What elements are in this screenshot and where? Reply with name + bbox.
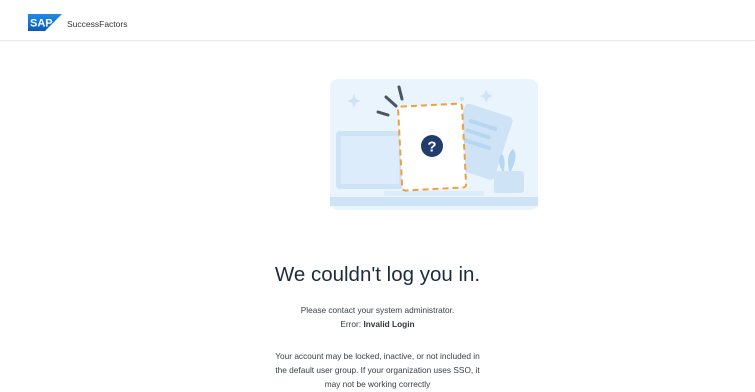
question-mark-icon: ? [421,135,443,157]
top-bar: SAP SuccessFactors [0,0,755,41]
error-line: Error: Invalid Login [0,319,755,330]
description-line-3: may not be working correctly [324,379,431,389]
sap-logo[interactable]: SAP [28,14,62,31]
error-label: Error: [340,319,364,329]
svg-text:?: ? [427,139,436,156]
contact-admin-text: Please contact your system administrator… [300,305,455,315]
page-title: We couldn't log you in. [274,263,481,286]
description-line-1: Your account may be locked, inactive, or… [275,351,480,361]
brand-name: SuccessFactors [67,19,128,29]
description-line-2: the default user group. If your organiza… [275,365,480,375]
error-value: Invalid Login [363,319,415,329]
svg-text:SAP: SAP [30,18,53,30]
error-illustration: ? [330,79,538,210]
